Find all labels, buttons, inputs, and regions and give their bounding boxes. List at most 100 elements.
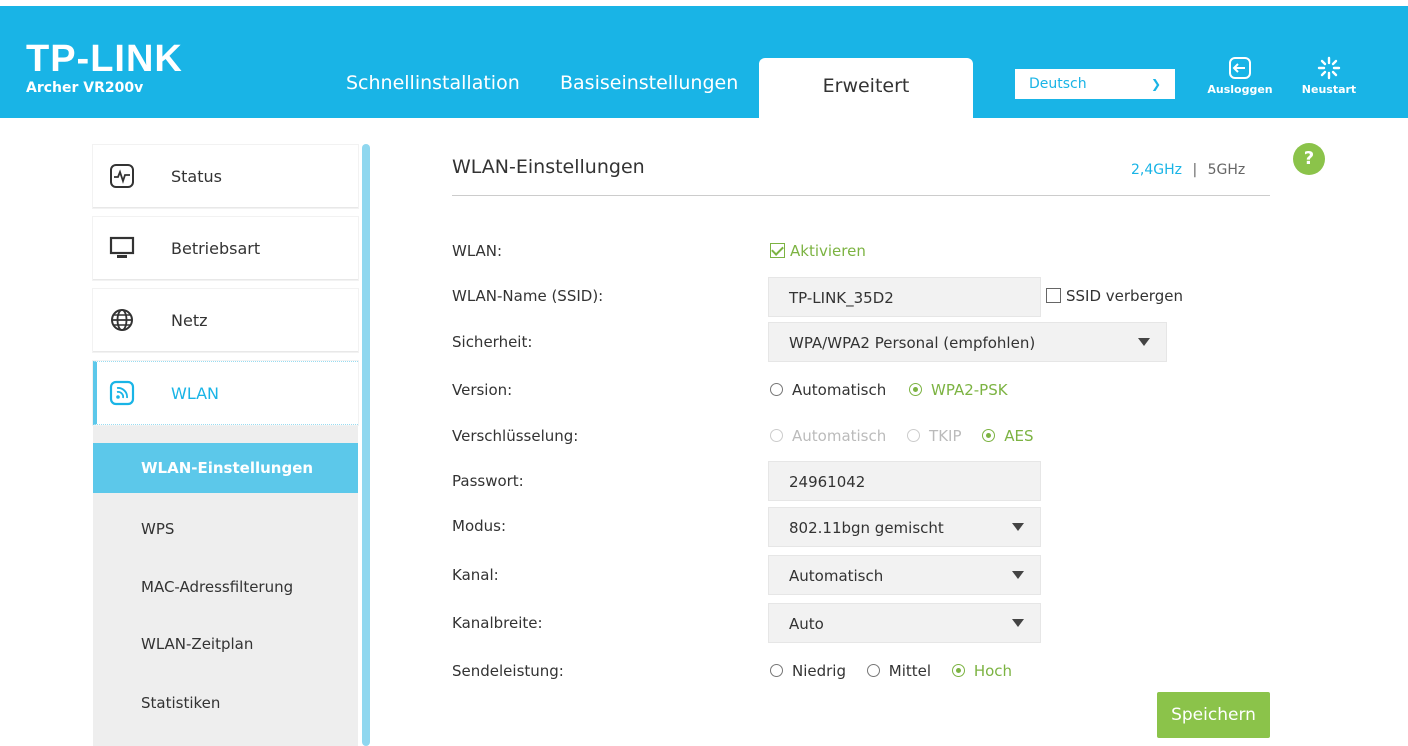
sidebar-item-label: Status bbox=[171, 167, 222, 186]
sidebar-item-operation-mode[interactable]: Betriebsart bbox=[93, 217, 358, 280]
radio-selected-icon bbox=[982, 429, 996, 442]
channel-width-label: Kanalbreite: bbox=[452, 614, 543, 632]
band-5ghz-link[interactable]: 5GHz bbox=[1208, 162, 1246, 178]
tab-basic[interactable]: Basiseinstellungen bbox=[560, 72, 738, 94]
sidebar-subitem-mac-filter[interactable]: MAC-Adressfilterung bbox=[93, 562, 358, 612]
logout-label: Ausloggen bbox=[1207, 83, 1273, 96]
status-chart-icon bbox=[110, 164, 134, 188]
transmit-power-label: Sendeleistung: bbox=[452, 662, 564, 680]
band-24ghz-link[interactable]: 2,4GHz bbox=[1131, 162, 1182, 178]
reboot-label: Neustart bbox=[1301, 83, 1357, 96]
channel-width-select[interactable]: Auto bbox=[768, 603, 1041, 643]
mode-select[interactable]: 802.11bgn gemischt bbox=[768, 507, 1041, 547]
save-button[interactable]: Speichern bbox=[1157, 692, 1270, 738]
tab-quick-setup[interactable]: Schnellinstallation bbox=[346, 72, 520, 94]
radio-label: TKIP bbox=[929, 427, 962, 445]
caret-down-icon bbox=[1012, 523, 1024, 531]
sidebar-subitem-wlan-schedule[interactable]: WLAN-Zeitplan bbox=[93, 619, 358, 669]
wlan-enable-label: Aktivieren bbox=[790, 242, 866, 260]
page-title: WLAN-Einstellungen bbox=[452, 156, 645, 178]
sidebar-subitem-statistics[interactable]: Statistiken bbox=[93, 678, 358, 728]
ssid-hide-label: SSID verbergen bbox=[1066, 287, 1183, 305]
radio-label: Hoch bbox=[973, 662, 1013, 680]
transmit-power-radio-group: Niedrig Mittel Hoch bbox=[770, 662, 1030, 680]
ssid-input[interactable]: TP-LINK_35D2 bbox=[768, 277, 1041, 317]
ssid-value: TP-LINK_35D2 bbox=[789, 289, 894, 307]
help-icon[interactable]: ? bbox=[1293, 143, 1325, 175]
version-radio-group: Automatisch WPA2-PSK bbox=[770, 381, 1026, 399]
sidebar-item-label: Netz bbox=[171, 311, 208, 330]
checkbox-checked-icon bbox=[770, 243, 785, 258]
radio-selected-icon bbox=[951, 664, 965, 677]
model-name: Archer VR200v bbox=[26, 80, 144, 96]
wlan-label: WLAN: bbox=[452, 242, 503, 260]
sidebar-scrollbar[interactable] bbox=[362, 144, 370, 746]
sidebar-item-label: WLAN bbox=[171, 384, 220, 403]
power-high-radio[interactable]: Hoch bbox=[951, 662, 1013, 680]
band-switch: 2,4GHz | 5GHz bbox=[1131, 162, 1245, 178]
title-divider bbox=[452, 195, 1270, 196]
security-select[interactable]: WPA/WPA2 Personal (empfohlen) bbox=[768, 322, 1167, 362]
radio-empty-icon bbox=[866, 664, 880, 677]
encryption-aes-radio[interactable]: AES bbox=[982, 427, 1034, 445]
caret-down-icon bbox=[1138, 338, 1150, 346]
password-value: 24961042 bbox=[789, 473, 866, 491]
encryption-tkip-radio[interactable]: TKIP bbox=[907, 427, 962, 445]
power-low-radio[interactable]: Niedrig bbox=[770, 662, 846, 680]
password-input[interactable]: 24961042 bbox=[768, 461, 1041, 501]
reboot-icon bbox=[1317, 56, 1341, 80]
radio-label: Niedrig bbox=[792, 662, 846, 680]
encryption-label: Verschlüsselung: bbox=[452, 427, 579, 445]
channel-label: Kanal: bbox=[452, 566, 499, 584]
mode-value: 802.11bgn gemischt bbox=[789, 519, 944, 537]
language-select[interactable]: Deutsch ❯ bbox=[1015, 69, 1175, 99]
radio-label: Mittel bbox=[888, 662, 932, 680]
sidebar-item-wlan[interactable]: WLAN bbox=[93, 361, 358, 425]
radio-empty-icon bbox=[770, 383, 783, 396]
channel-width-value: Auto bbox=[789, 615, 824, 633]
radio-label: Automatisch bbox=[792, 381, 887, 399]
encryption-auto-radio[interactable]: Automatisch bbox=[770, 427, 886, 445]
power-medium-radio[interactable]: Mittel bbox=[866, 662, 932, 680]
logout-button[interactable]: Ausloggen bbox=[1205, 53, 1275, 96]
language-value: Deutsch bbox=[1029, 76, 1087, 92]
channel-value: Automatisch bbox=[789, 567, 884, 585]
sidebar-item-label: Betriebsart bbox=[171, 239, 261, 258]
band-separator: | bbox=[1192, 162, 1198, 178]
channel-select[interactable]: Automatisch bbox=[768, 555, 1041, 595]
sidebar-subitem-wlan-settings[interactable]: WLAN-Einstellungen bbox=[93, 443, 358, 493]
radio-empty-icon bbox=[770, 429, 783, 442]
ssid-hide-checkbox[interactable]: SSID verbergen bbox=[1046, 287, 1183, 305]
caret-down-icon bbox=[1012, 619, 1024, 627]
radio-selected-icon bbox=[909, 383, 923, 396]
security-label: Sicherheit: bbox=[452, 333, 533, 351]
checkbox-empty-icon bbox=[1046, 288, 1061, 303]
radio-empty-icon bbox=[907, 429, 921, 442]
password-label: Passwort: bbox=[452, 472, 524, 490]
logout-icon bbox=[1229, 57, 1251, 79]
radio-label: AES bbox=[1004, 427, 1034, 445]
version-auto-radio[interactable]: Automatisch bbox=[770, 381, 886, 399]
wifi-icon bbox=[109, 380, 135, 406]
sidebar-subitem-wps[interactable]: WPS bbox=[93, 504, 358, 554]
radio-label: Automatisch bbox=[792, 427, 887, 445]
reboot-button[interactable]: Neustart bbox=[1294, 53, 1364, 96]
caret-down-icon bbox=[1012, 571, 1024, 579]
chevron-down-icon: ❯ bbox=[1150, 77, 1161, 91]
version-label: Version: bbox=[452, 381, 513, 399]
ssid-label: WLAN-Name (SSID): bbox=[452, 287, 604, 305]
radio-empty-icon bbox=[770, 664, 783, 677]
monitor-icon bbox=[109, 236, 135, 258]
globe-icon bbox=[111, 309, 133, 331]
tab-advanced[interactable]: Erweitert bbox=[759, 58, 973, 118]
header-bar bbox=[0, 6, 1408, 118]
radio-label: WPA2-PSK bbox=[931, 381, 1008, 399]
sidebar-item-network[interactable]: Netz bbox=[93, 289, 358, 352]
mode-label: Modus: bbox=[452, 517, 507, 535]
sidebar-item-status[interactable]: Status bbox=[93, 145, 358, 208]
encryption-radio-group: Automatisch TKIP AES bbox=[770, 427, 1052, 445]
version-wpa2psk-radio[interactable]: WPA2-PSK bbox=[909, 381, 1008, 399]
brand-logo: TP-LINK bbox=[26, 38, 183, 80]
security-value: WPA/WPA2 Personal (empfohlen) bbox=[789, 334, 1036, 352]
wlan-enable-checkbox[interactable]: Aktivieren bbox=[770, 242, 866, 260]
